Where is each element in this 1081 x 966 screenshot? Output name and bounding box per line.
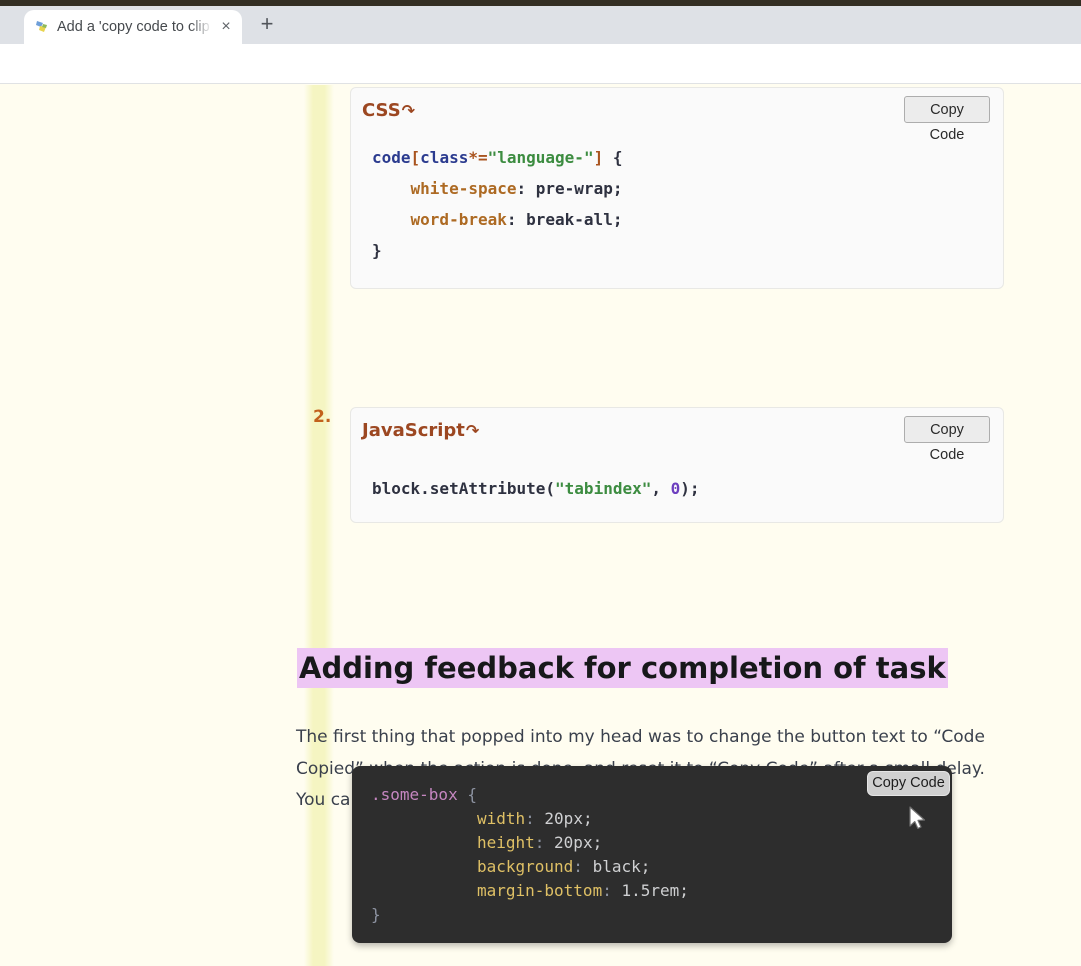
text-fragment-highlight: Adding feedback for completion of task (297, 648, 948, 688)
tab-title-fade (190, 10, 216, 44)
copy-code-button[interactable]: Copy Code (904, 416, 990, 443)
copy-code-button[interactable]: Copy Code (904, 96, 990, 123)
browser-window: Add a 'copy code to clip × + roboleary.n… (0, 0, 1081, 966)
javascript-code-block: JavaScript↷ Copy Code block.setAttribute… (350, 407, 1004, 523)
page-content: CSS↷ Copy Code code[class*="language-"] … (0, 85, 1081, 966)
gif-copy-code-button: Copy Code (867, 771, 950, 796)
new-tab-button[interactable]: + (254, 12, 280, 38)
tab-close-icon[interactable]: × (217, 18, 235, 36)
list-number: 2. (313, 407, 331, 427)
decorative-yellow-strip (304, 85, 334, 966)
gif-demo-box: Copy Code .some-box { width: 20px; heigh… (352, 766, 952, 943)
css-code[interactable]: code[class*="language-"] { white-space: … (372, 142, 622, 266)
code-language-label: CSS↷ (362, 100, 415, 121)
browser-tab[interactable]: Add a 'copy code to clip × (24, 10, 242, 44)
anchor-link-icon[interactable]: ↷ (466, 421, 479, 440)
anchor-link-icon[interactable]: ↷ (402, 101, 415, 120)
javascript-code[interactable]: block.setAttribute("tabindex", 0); (372, 473, 700, 504)
css-code-block: CSS↷ Copy Code code[class*="language-"] … (350, 87, 1004, 289)
mouse-cursor-icon (908, 806, 928, 832)
section-heading: Adding feedback for completion of task (297, 651, 948, 685)
code-language-label: JavaScript↷ (362, 420, 479, 441)
gif-code: .some-box { width: 20px; height: 20px; b… (371, 783, 689, 927)
browser-toolbar: roboleary.net/2022/01/13/copy-code-to-cl… (0, 44, 1081, 84)
tab-favicon-icon (34, 19, 50, 35)
tab-bar: Add a 'copy code to clip × + (0, 6, 1081, 44)
